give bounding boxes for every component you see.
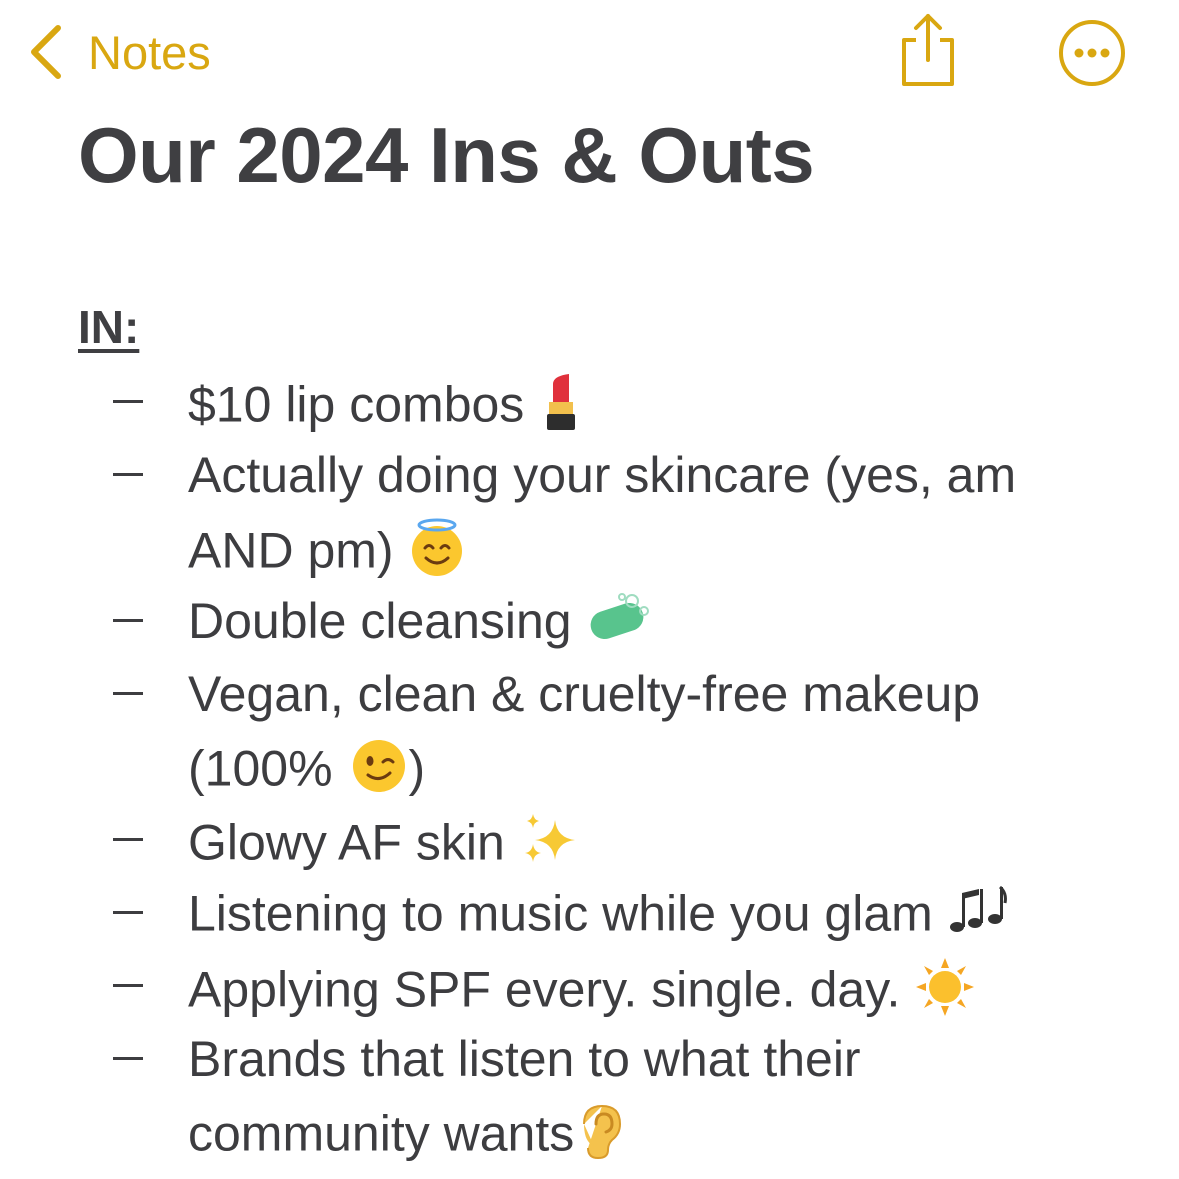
list-item-text: Brands that listen to what their <box>188 1031 861 1087</box>
soap-icon <box>586 593 652 656</box>
list-bullet-dash <box>113 619 143 622</box>
list-item: Brands that listen to what their <box>188 1029 861 1089</box>
list-item-text: AND pm) <box>188 522 394 579</box>
list-item: Actually doing your skincare (yes, am <box>188 445 1016 505</box>
sun-icon <box>914 956 976 1031</box>
list-bullet-dash <box>113 838 143 841</box>
list-item: Listening to music while you glam <box>188 883 1009 952</box>
back-button[interactable]: Notes <box>26 20 211 84</box>
list-item-text: Vegan, clean & cruelty-free makeup <box>188 666 981 722</box>
more-options-icon[interactable] <box>1057 18 1127 88</box>
list-item: Glowy AF skin <box>188 810 579 883</box>
list-item: $10 lip combos <box>188 372 584 445</box>
wink-icon <box>350 737 408 808</box>
list-item-continuation: AND pm) <box>188 518 466 591</box>
list-bullet-dash <box>113 692 143 695</box>
sparkles-icon <box>519 810 579 883</box>
list-item-suffix: ) <box>408 740 426 797</box>
list-bullet-dash <box>113 911 143 914</box>
list-item-text: Double cleansing <box>188 593 572 649</box>
list-item-text: community wants <box>188 1105 575 1162</box>
note-title[interactable]: Our 2024 Ins & Outs <box>78 110 815 201</box>
list-bullet-dash <box>113 1057 143 1060</box>
list-item-continuation: community wants <box>188 1102 624 1173</box>
list-item-text: $10 lip combos <box>188 376 525 433</box>
list-item-text: Glowy AF skin <box>188 814 505 871</box>
list-item-text: Applying SPF every. single. day. <box>188 961 901 1018</box>
list-bullet-dash <box>113 400 143 403</box>
list-item-continuation: (100% ) <box>188 737 425 808</box>
list-item: Double cleansing <box>188 591 652 656</box>
list-bullet-dash <box>113 473 143 476</box>
list-item: Vegan, clean & cruelty-free makeup <box>188 664 980 724</box>
list-item-text: (100% <box>188 740 347 797</box>
ear-icon <box>580 1102 624 1173</box>
share-icon[interactable] <box>896 12 960 88</box>
list-item: Applying SPF every. single. day. <box>188 956 976 1031</box>
music-notes-icon <box>947 883 1009 952</box>
back-label: Notes <box>88 25 211 79</box>
list-bullet-dash <box>113 984 143 987</box>
list-item-text: Actually doing your skincare (yes, am <box>188 447 1017 503</box>
lipstick-icon <box>538 372 584 445</box>
section-heading-in[interactable]: IN: <box>78 300 139 354</box>
halo-smile-icon <box>408 518 466 591</box>
list-item-text: Listening to music while you glam <box>188 885 933 942</box>
chevron-left-icon <box>31 25 61 79</box>
navigation-bar: Notes <box>0 0 1179 105</box>
